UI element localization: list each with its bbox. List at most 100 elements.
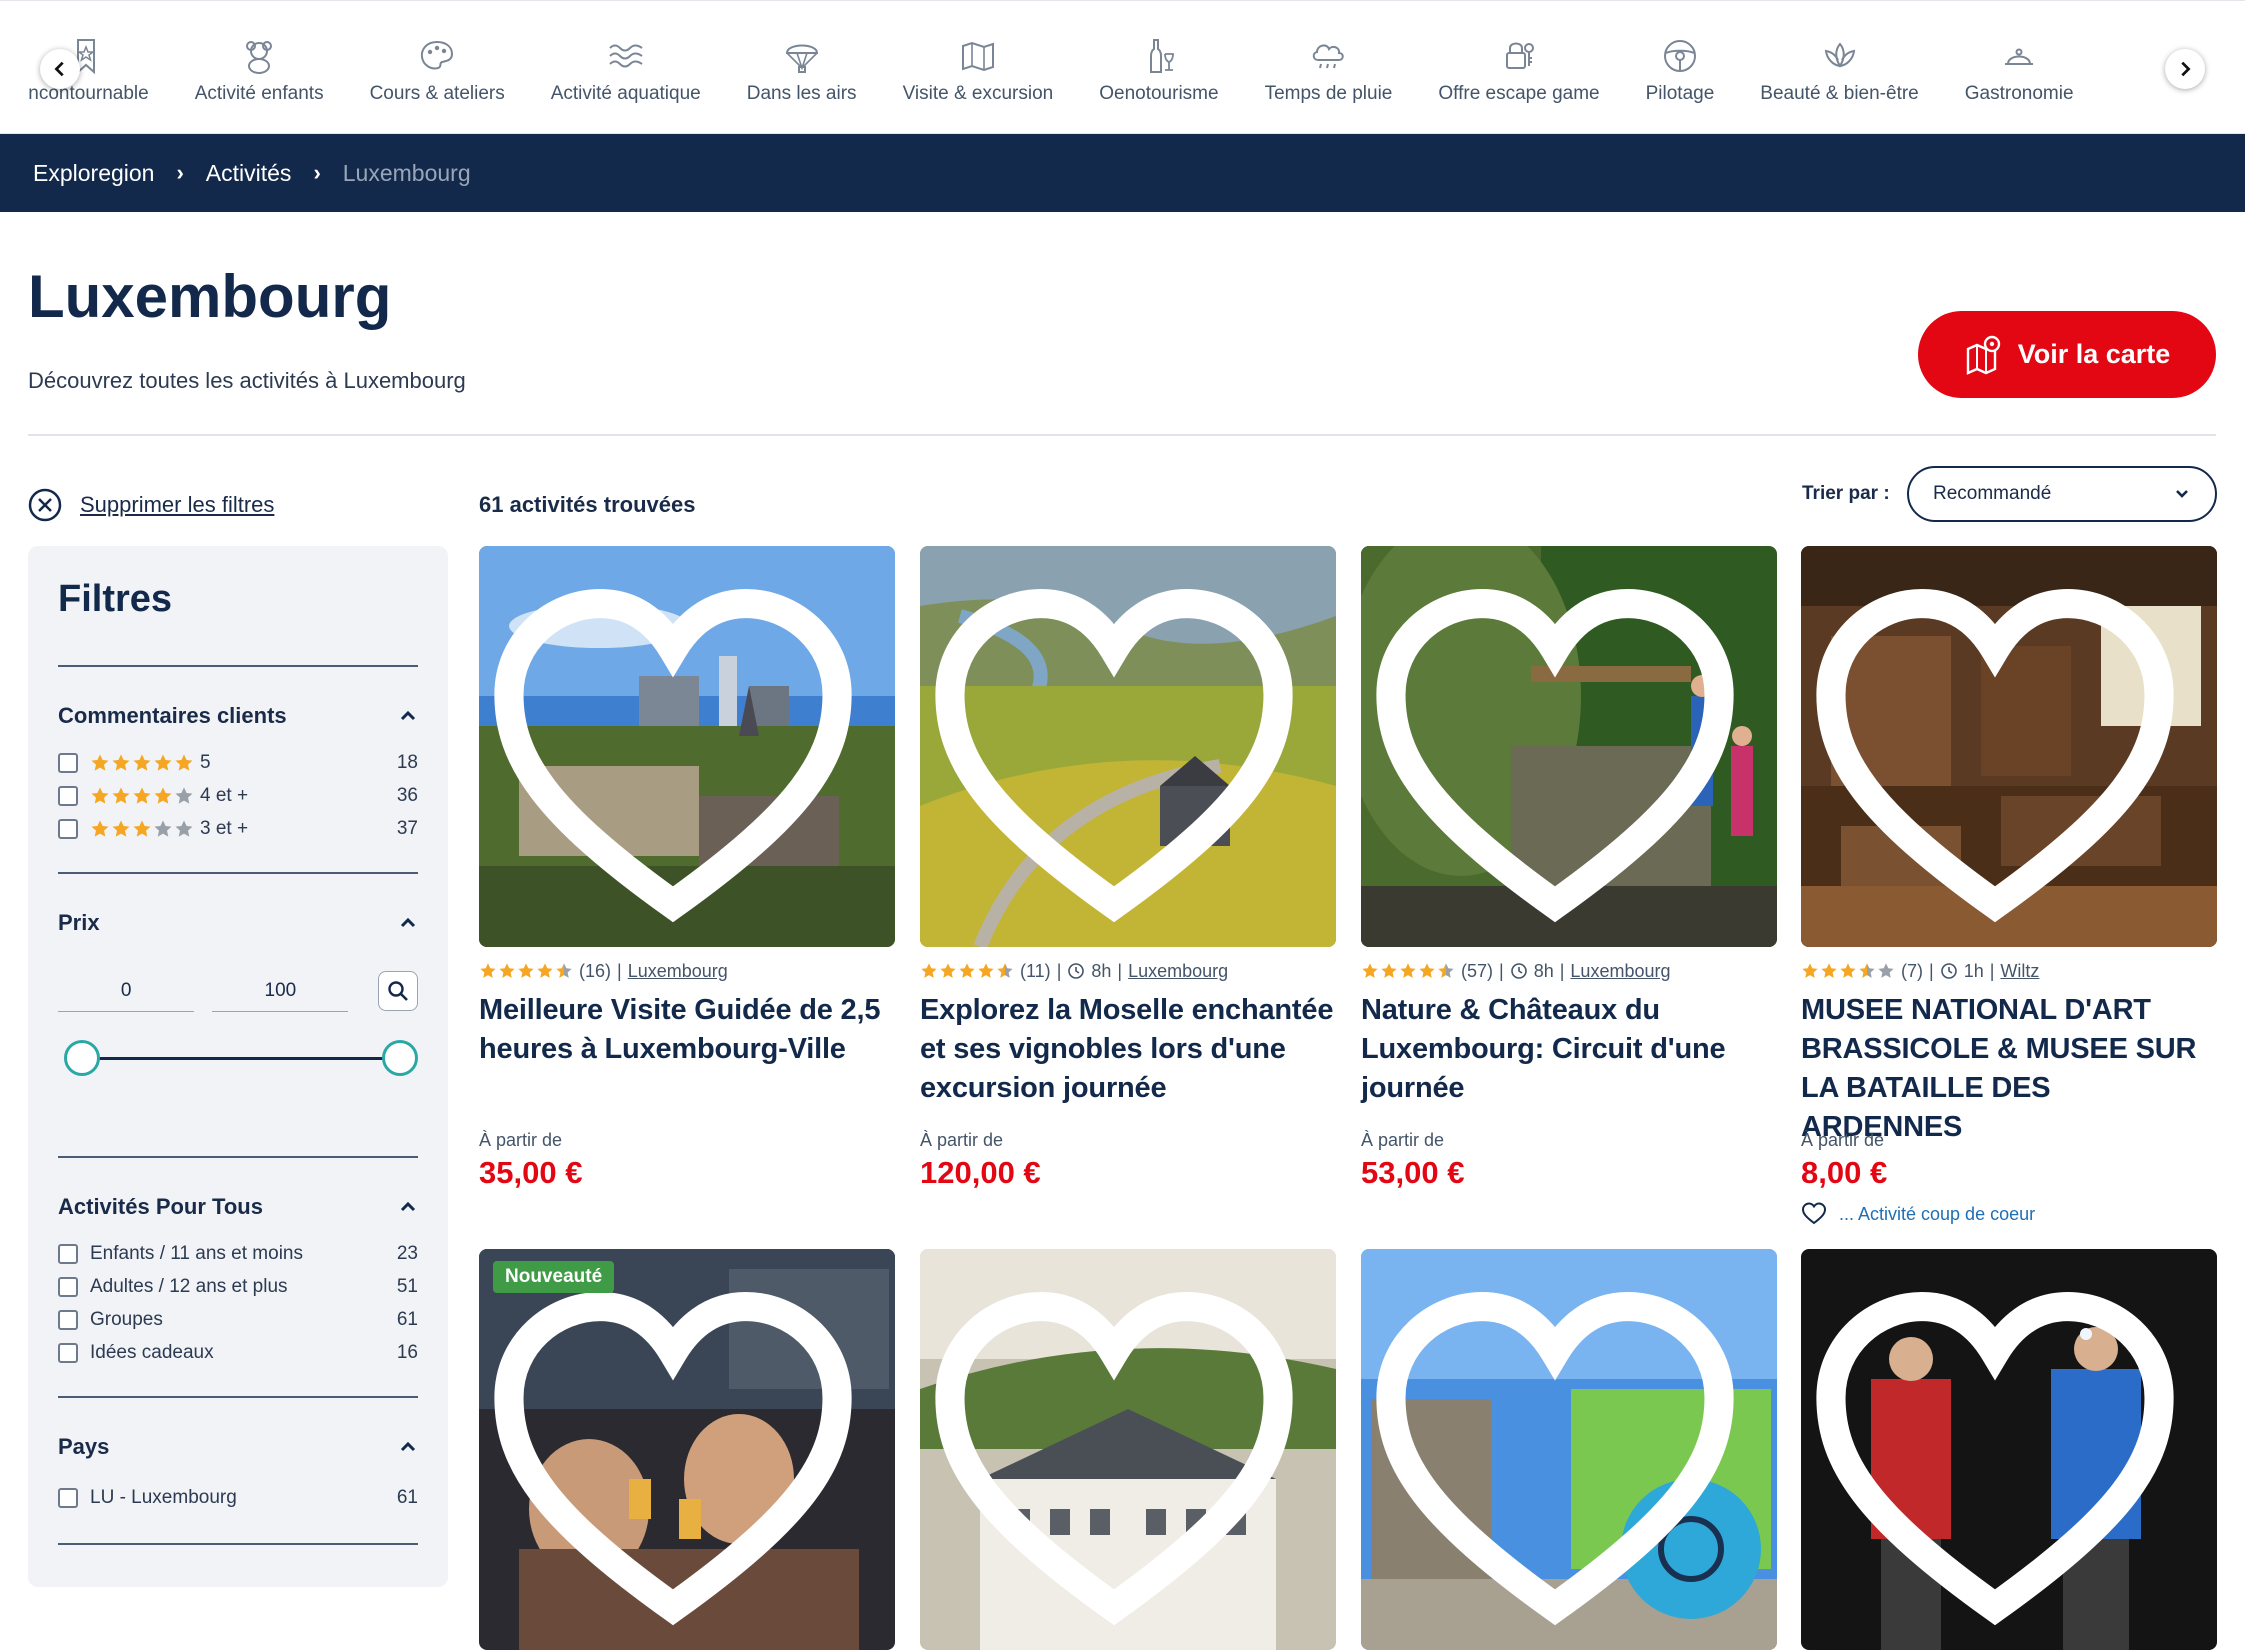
category-label: Offre escape game xyxy=(1438,83,1600,104)
star-icon xyxy=(154,754,172,771)
category-item[interactable]: Activité enfants xyxy=(172,1,347,135)
activity-image[interactable] xyxy=(1361,546,1777,947)
favorite-heart-icon[interactable] xyxy=(920,1261,1322,1650)
favorite-heart-icon[interactable] xyxy=(1801,558,2203,947)
activity-card[interactable]: (7) | 1h | Wiltz MUSEE NATIONAL D'ART BRASSIC… xyxy=(1801,546,2217,1227)
star-icon xyxy=(921,963,937,978)
breadcrumb-exploregion[interactable]: Exploregion xyxy=(33,160,154,187)
checkbox[interactable] xyxy=(58,1243,78,1264)
location-link[interactable]: Luxembourg xyxy=(1570,961,1670,982)
star-icon xyxy=(1400,963,1416,978)
review-filter-option[interactable]: 5 18 xyxy=(58,751,418,774)
category-item[interactable]: Offre escape game xyxy=(1415,1,1622,135)
filter-option[interactable]: LU - Luxembourg 61 xyxy=(58,1486,418,1509)
favorite-heart-icon[interactable] xyxy=(479,1261,881,1650)
category-next-button[interactable] xyxy=(2165,49,2205,89)
favorite-heart-icon[interactable] xyxy=(1361,1261,1763,1650)
price-slider-max-handle[interactable] xyxy=(382,1040,418,1076)
location-link[interactable]: Wiltz xyxy=(2000,961,2039,982)
clear-filters-link[interactable]: Supprimer les filtres xyxy=(28,488,274,522)
star-icon xyxy=(133,787,151,804)
category-prev-button[interactable] xyxy=(40,49,80,89)
activity-card[interactable] xyxy=(1361,1249,1777,1650)
sort-value: Recommandé xyxy=(1933,483,2052,504)
lock-icon xyxy=(1494,31,1544,81)
wine-bottle-icon xyxy=(1134,31,1184,81)
category-item[interactable]: Activité aquatique xyxy=(528,1,724,135)
star-icon xyxy=(959,963,975,978)
audience-filter-header[interactable]: Activités Pour Tous xyxy=(58,1194,418,1220)
view-map-button[interactable]: Voir la carte xyxy=(1918,311,2216,398)
activity-image[interactable] xyxy=(1361,1249,1777,1650)
filter-option[interactable]: Adultes / 12 ans et plus 51 xyxy=(58,1275,418,1298)
activity-card[interactable]: Nouveauté xyxy=(479,1249,895,1650)
activity-image[interactable] xyxy=(479,546,895,947)
category-label: Dans les airs xyxy=(746,83,857,104)
activity-title[interactable]: Explorez la Moselle enchantée et ses vig… xyxy=(920,991,1336,1108)
category-item[interactable]: Beauté & bien-être xyxy=(1737,1,1941,135)
review-filter-option[interactable]: 3 et + 37 xyxy=(58,817,418,840)
price-search-button[interactable] xyxy=(378,971,418,1011)
activity-card[interactable]: (16) | Luxembourg Meilleure Visite Guidée d… xyxy=(479,546,895,1191)
category-item[interactable]: Visite & excursion xyxy=(880,1,1077,135)
duration: 1h xyxy=(1963,960,1984,981)
meta-separator: | xyxy=(1117,960,1123,981)
filter-option[interactable]: Groupes 61 xyxy=(58,1308,418,1331)
activity-card[interactable]: (11) | 8h | Luxembourg Explorez la Moselle en… xyxy=(920,546,1336,1191)
favorite-heart-icon[interactable] xyxy=(1361,558,1763,947)
meta-separator: | xyxy=(1499,960,1504,981)
location-link[interactable]: Luxembourg xyxy=(628,961,728,982)
activity-card[interactable] xyxy=(920,1249,1336,1650)
category-bar: Incontournable Activité enfants Cours & at… xyxy=(0,0,2245,134)
favorite-heart-icon[interactable] xyxy=(920,558,1322,947)
price-filter-header[interactable]: Prix xyxy=(58,910,418,936)
activity-image[interactable]: Nouveauté xyxy=(479,1249,895,1650)
review-filter-option[interactable]: 4 et + 36 xyxy=(58,784,418,807)
price-filter-title: Prix xyxy=(58,910,100,935)
activity-image[interactable] xyxy=(920,546,1336,947)
checkbox[interactable] xyxy=(58,818,78,839)
clock-icon xyxy=(1068,963,1085,979)
activity-card[interactable]: (57) | 8h | Luxembourg Nature & Châteaux du L… xyxy=(1361,546,1777,1191)
rating-stars xyxy=(1801,962,1895,980)
audience-filter-title: Activités Pour Tous xyxy=(58,1194,263,1219)
activity-image[interactable] xyxy=(1801,1249,2217,1650)
reviews-filter-header[interactable]: Commentaires clients xyxy=(58,703,418,729)
favorite-heart-icon[interactable] xyxy=(479,558,881,947)
star-empty-icon xyxy=(175,820,193,837)
price-slider-min-handle[interactable] xyxy=(64,1040,100,1076)
price-min-input[interactable]: 0 xyxy=(58,970,195,1012)
rating-stars xyxy=(479,962,573,980)
category-item[interactable]: Oenotourisme xyxy=(1076,1,1241,135)
category-item[interactable]: Gastronomie xyxy=(1942,1,2097,135)
checkbox[interactable] xyxy=(58,1276,78,1297)
breadcrumb-activites[interactable]: Activités xyxy=(206,160,292,187)
filter-option[interactable]: Idées cadeaux 16 xyxy=(58,1341,418,1364)
location-link[interactable]: Luxembourg xyxy=(1128,961,1228,982)
activity-image[interactable] xyxy=(920,1249,1336,1650)
chevron-up-icon xyxy=(400,917,416,928)
category-item[interactable]: Temps de pluie xyxy=(1242,1,1416,135)
checkbox[interactable] xyxy=(58,785,78,806)
category-label: Visite & excursion xyxy=(902,83,1054,104)
price-max-input[interactable]: 100 xyxy=(212,970,349,1012)
category-item[interactable]: Cours & ateliers xyxy=(347,1,528,135)
favorite-heart-icon[interactable] xyxy=(1801,1261,2203,1650)
filter-option[interactable]: Enfants / 11 ans et moins 23 xyxy=(58,1242,418,1265)
activity-card[interactable] xyxy=(1801,1249,2217,1650)
activity-image[interactable] xyxy=(1801,546,2217,947)
price-slider[interactable] xyxy=(58,1038,418,1078)
option-label: Enfants / 11 ans et moins xyxy=(90,1242,303,1264)
activity-title[interactable]: Nature & Châteaux du Luxembourg: Circuit… xyxy=(1361,991,1777,1108)
sort-select[interactable]: Recommandé xyxy=(1907,466,2217,522)
lotus-icon xyxy=(1815,31,1865,81)
country-filter-header[interactable]: Pays xyxy=(58,1434,418,1460)
checkbox[interactable] xyxy=(58,1309,78,1330)
checkbox[interactable] xyxy=(58,1487,78,1508)
checkbox[interactable] xyxy=(58,1342,78,1363)
activity-title[interactable]: Meilleure Visite Guidée de 2,5 heures à … xyxy=(479,991,895,1108)
checkbox[interactable] xyxy=(58,752,78,773)
activity-title[interactable]: MUSEE NATIONAL D'ART BRASSICOLE & MUSEE … xyxy=(1801,991,2217,1143)
category-item[interactable]: Pilotage xyxy=(1623,1,1738,135)
category-item[interactable]: Dans les airs xyxy=(724,1,880,135)
